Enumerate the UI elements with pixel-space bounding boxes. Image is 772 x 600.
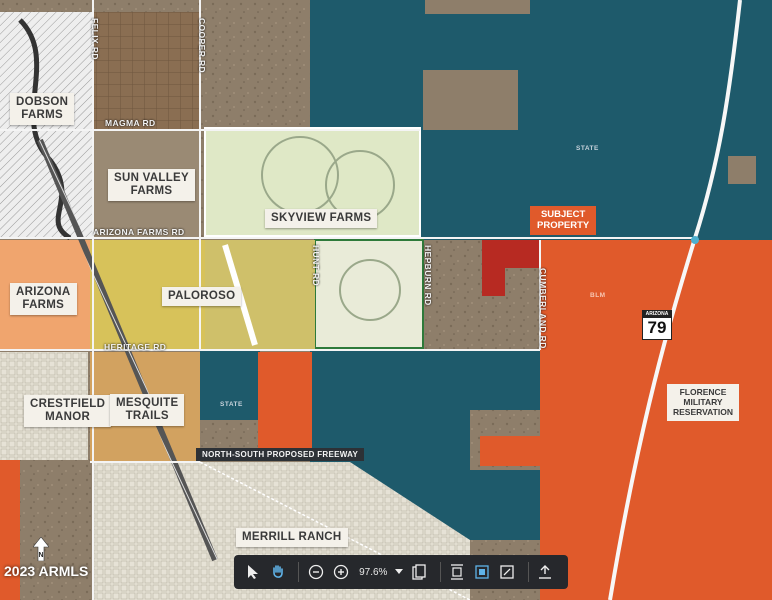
watermark: 2023 ARMLS (4, 563, 89, 579)
fit-width-icon[interactable] (472, 561, 493, 583)
road-label-cumberland: CUMBERLAND RD (538, 268, 548, 349)
fit-height-icon[interactable] (447, 561, 468, 583)
desert-parcel (200, 0, 310, 130)
viewer-toolbar: 97.6% (234, 555, 568, 589)
pointer-icon[interactable] (242, 561, 263, 583)
road-label-arizona-farms: ARIZONA FARMS RD (93, 227, 185, 237)
agency-label-blm: BLM (590, 292, 606, 299)
farm-fields (93, 12, 200, 130)
map-viewer[interactable]: DOBSON FARMS SUN VALLEY FARMS SKYVIEW FA… (0, 0, 772, 600)
road-label-hepburn: HEPBURN RD (423, 245, 433, 306)
toolbar-divider (439, 562, 441, 582)
page-icon[interactable] (409, 561, 430, 583)
state-land-south (200, 350, 260, 420)
share-icon[interactable] (535, 561, 556, 583)
fit-page-icon[interactable] (497, 561, 518, 583)
desert-patch (425, 0, 530, 14)
svg-text:N: N (38, 552, 43, 559)
agency-label-state: STATE (576, 145, 599, 152)
zoom-level[interactable]: 97.6% (359, 567, 387, 578)
zoom-dropdown-icon[interactable] (393, 561, 404, 583)
label-merrill-ranch: MERRILL RANCH (236, 528, 348, 548)
label-paloroso: PALOROSO (162, 287, 242, 307)
toolbar-divider (298, 562, 300, 582)
zoom-in-icon[interactable] (330, 561, 351, 583)
florence-military-label: FLORENCE MILITARY RESERVATION (667, 384, 739, 421)
label-dobson-farms: DOBSON FARMS (10, 93, 75, 126)
label-arizona-farms: ARIZONA FARMS (10, 283, 77, 316)
map-canvas (0, 0, 772, 600)
blm-parcel (258, 352, 312, 452)
proposed-freeway-label: NORTH-SOUTH PROPOSED FREEWAY (196, 448, 365, 461)
road-label-cooper: COOPER RD (197, 18, 207, 74)
toolbar-divider (527, 562, 529, 582)
label-crestfield-manor: CRESTFIELD MANOR (24, 395, 112, 428)
blm-parcel (480, 436, 540, 466)
subject-property-label: SUBJECT PROPERTY (530, 206, 597, 235)
hand-icon[interactable] (267, 561, 288, 583)
road-label-magma: MAGMA RD (105, 118, 156, 128)
highway-junction-marker (691, 236, 699, 244)
road-label-hunt: HUNT RD (311, 245, 321, 287)
desert-patch (423, 70, 518, 130)
north-arrow-icon: N (33, 537, 49, 561)
road-label-heritage: HERITAGE RD (104, 342, 167, 352)
label-mesquite-trails: MESQUITE TRAILS (110, 394, 185, 427)
label-skyview-farms: SKYVIEW FARMS (265, 209, 378, 229)
highway-79-shield: ARIZONA 79 (642, 310, 672, 340)
zoom-out-icon[interactable] (305, 561, 326, 583)
label-sun-valley-farms: SUN VALLEY FARMS (108, 169, 195, 202)
agency-label-state: STATE (220, 401, 243, 408)
road-label-felix: FELIX RD (90, 18, 100, 60)
desert-patch (728, 156, 756, 184)
hunt-plat (314, 239, 424, 349)
